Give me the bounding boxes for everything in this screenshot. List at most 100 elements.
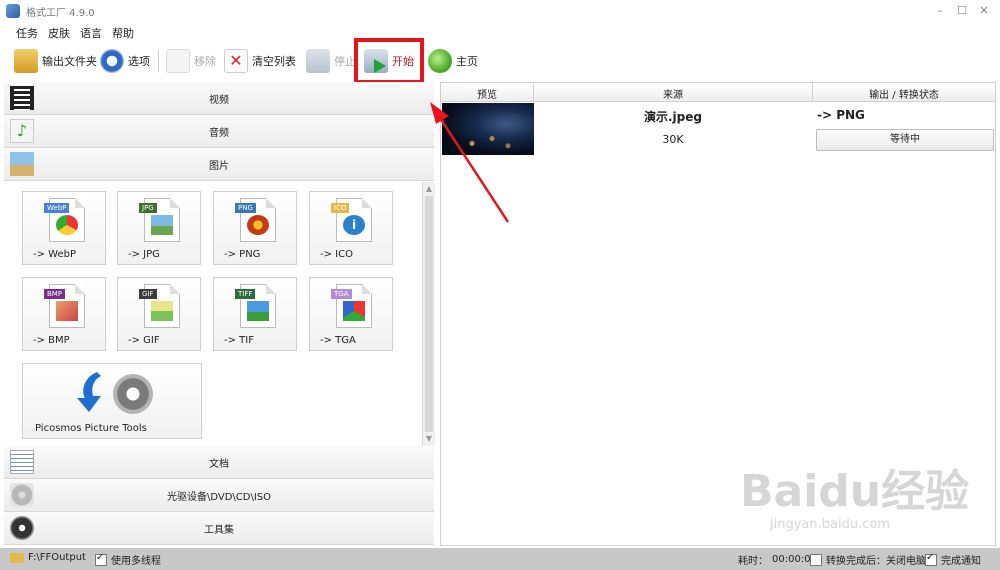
format-tile-jpg[interactable]: JPG -> JPG bbox=[117, 191, 201, 265]
menu-task[interactable]: 任务 bbox=[16, 25, 38, 41]
folder-icon bbox=[14, 49, 38, 73]
window-title: 格式工厂 4.9.0 bbox=[26, 8, 95, 19]
watermark: Baidu经验 jingyan.baidu.com bbox=[740, 455, 970, 555]
document-icon: WebP bbox=[44, 198, 85, 242]
format-label: -> GIF bbox=[128, 335, 160, 346]
folder-icon bbox=[10, 552, 24, 563]
format-label: -> TGA bbox=[320, 335, 356, 346]
landscape-icon bbox=[151, 215, 173, 235]
stop-icon bbox=[306, 49, 330, 73]
source-filename: 演示.jpeg bbox=[644, 110, 702, 124]
options-button[interactable]: 选项 bbox=[100, 46, 150, 76]
category-image[interactable]: 图片 bbox=[4, 148, 434, 181]
document-icon: TIFF bbox=[235, 284, 276, 328]
category-audio[interactable]: ♪ 音频 bbox=[4, 115, 434, 148]
picosmos-label: Picosmos Picture Tools bbox=[35, 423, 147, 434]
source-filesize: 30K bbox=[662, 133, 684, 146]
category-video[interactable]: 视频 bbox=[4, 82, 434, 115]
format-tag: TGA bbox=[331, 289, 352, 299]
title-bar: 格式工厂 4.9.0 – ☐ ✕ bbox=[0, 0, 1000, 22]
document-icon: JPG bbox=[139, 198, 180, 242]
clear-list-button[interactable]: ✕ 清空列表 bbox=[224, 46, 296, 76]
landscape-icon bbox=[247, 301, 269, 321]
scroll-thumb[interactable] bbox=[425, 196, 433, 432]
stop-label: 停止 bbox=[334, 55, 356, 68]
watermark-sub: jingyan.baidu.com bbox=[770, 517, 890, 532]
format-label: -> BMP bbox=[33, 335, 70, 346]
document-icon: GIF bbox=[139, 284, 180, 328]
format-tile-bmp[interactable]: BMP -> BMP bbox=[22, 277, 106, 351]
table-row[interactable]: 演示.jpeg 30K -> PNG 等待中 bbox=[441, 102, 995, 156]
scroll-up-icon[interactable]: ▲ bbox=[424, 184, 434, 194]
document-icon: BMP bbox=[44, 284, 85, 328]
after-convert-toggle[interactable]: 转换完成后：关闭电脑 bbox=[810, 552, 926, 567]
category-optical[interactable]: 光驱设备\DVD\CD\ISO bbox=[4, 479, 434, 512]
category-document[interactable]: 文档 bbox=[4, 446, 434, 479]
stop-button[interactable]: 停止 bbox=[306, 46, 356, 76]
format-tag: GIF bbox=[139, 289, 157, 299]
shapes-icon bbox=[151, 301, 173, 321]
format-label: -> JPG bbox=[128, 249, 160, 260]
status-bar: F:\FFOutput 使用多线程 耗时： 00:00:00 转换完成后：关闭电… bbox=[0, 548, 1000, 570]
multithread-checkbox[interactable] bbox=[95, 552, 107, 566]
header-output[interactable]: 输出 / 转换状态 bbox=[813, 86, 995, 101]
globe-icon bbox=[428, 49, 452, 73]
clear-list-label: 清空列表 bbox=[252, 55, 296, 68]
watermark-main: Baidu经验 bbox=[740, 466, 970, 517]
brush-icon bbox=[56, 301, 78, 321]
cubes-icon bbox=[343, 301, 365, 321]
multithread-label: 使用多线程 bbox=[111, 556, 161, 567]
document-icon: PNG bbox=[235, 198, 276, 242]
notify-checkbox[interactable] bbox=[925, 552, 937, 566]
home-button[interactable]: 主页 bbox=[428, 46, 478, 76]
output-folder-status[interactable]: F:\FFOutput bbox=[10, 552, 86, 563]
remove-icon bbox=[166, 49, 190, 73]
header-source[interactable]: 来源 bbox=[534, 86, 812, 101]
gear-icon bbox=[113, 374, 153, 414]
format-tile-ico[interactable]: ICO i -> ICO bbox=[309, 191, 393, 265]
format-tile-tif[interactable]: TIFF -> TIF bbox=[213, 277, 297, 351]
close-button[interactable]: ✕ bbox=[974, 3, 994, 19]
chrome-icon bbox=[56, 215, 78, 235]
menu-skin[interactable]: 皮肤 bbox=[48, 25, 70, 41]
info-icon: i bbox=[343, 215, 365, 235]
document-icon: TGA bbox=[331, 284, 372, 328]
after-convert-label: 转换完成后：关闭电脑 bbox=[826, 556, 926, 567]
format-label: -> TIF bbox=[224, 335, 254, 346]
minimize-button[interactable]: – bbox=[930, 3, 950, 19]
category-audio-label: 音频 bbox=[209, 128, 229, 139]
category-optical-label: 光驱设备\DVD\CD\ISO bbox=[166, 492, 272, 503]
scroll-down-icon[interactable]: ▼ bbox=[424, 434, 434, 444]
toolbar: 输出文件夹 选项 移除 ✕ 清空列表 停止 开始 主页 bbox=[0, 42, 1000, 80]
flower-icon bbox=[247, 215, 269, 235]
format-tag: TIFF bbox=[235, 289, 256, 299]
format-tile-gif[interactable]: GIF -> GIF bbox=[117, 277, 201, 351]
output-folder-button[interactable]: 输出文件夹 bbox=[14, 46, 97, 76]
maximize-button[interactable]: ☐ bbox=[952, 3, 972, 19]
remove-button[interactable]: 移除 bbox=[166, 46, 216, 76]
menu-help[interactable]: 帮助 bbox=[112, 25, 134, 41]
multithread-toggle[interactable]: 使用多线程 bbox=[95, 552, 161, 567]
format-tile-tga[interactable]: TGA -> TGA bbox=[309, 277, 393, 351]
format-tag: ICO bbox=[331, 203, 350, 213]
format-tile-webp[interactable]: WebP -> WebP bbox=[22, 191, 106, 265]
image-format-grid: WebP -> WebP JPG -> JPG PNG -> PNG ICO i bbox=[4, 182, 422, 446]
picosmos-tools-tile[interactable]: Picosmos Picture Tools bbox=[22, 363, 202, 439]
notify-label: 完成通知 bbox=[941, 556, 981, 567]
home-label: 主页 bbox=[456, 55, 478, 68]
format-grid-scrollbar[interactable]: ▲ ▼ bbox=[422, 182, 435, 446]
app-icon bbox=[6, 4, 20, 18]
gear-icon bbox=[100, 49, 124, 73]
menu-language[interactable]: 语言 bbox=[80, 25, 102, 41]
category-panel: 视频 ♪ 音频 图片 WebP -> WebP JPG -> JPG PNG -… bbox=[4, 82, 435, 546]
format-tile-png[interactable]: PNG -> PNG bbox=[213, 191, 297, 265]
after-convert-checkbox[interactable] bbox=[810, 553, 822, 566]
output-format: -> PNG bbox=[817, 108, 865, 122]
header-preview[interactable]: 预览 bbox=[441, 86, 533, 101]
category-image-label: 图片 bbox=[209, 161, 229, 172]
format-tag: BMP bbox=[44, 289, 66, 299]
category-tools[interactable]: 工具集 bbox=[4, 512, 434, 545]
status-button[interactable]: 等待中 bbox=[816, 129, 994, 151]
menu-bar: 任务 皮肤 语言 帮助 bbox=[0, 22, 1000, 42]
notify-toggle[interactable]: 完成通知 bbox=[925, 552, 981, 567]
